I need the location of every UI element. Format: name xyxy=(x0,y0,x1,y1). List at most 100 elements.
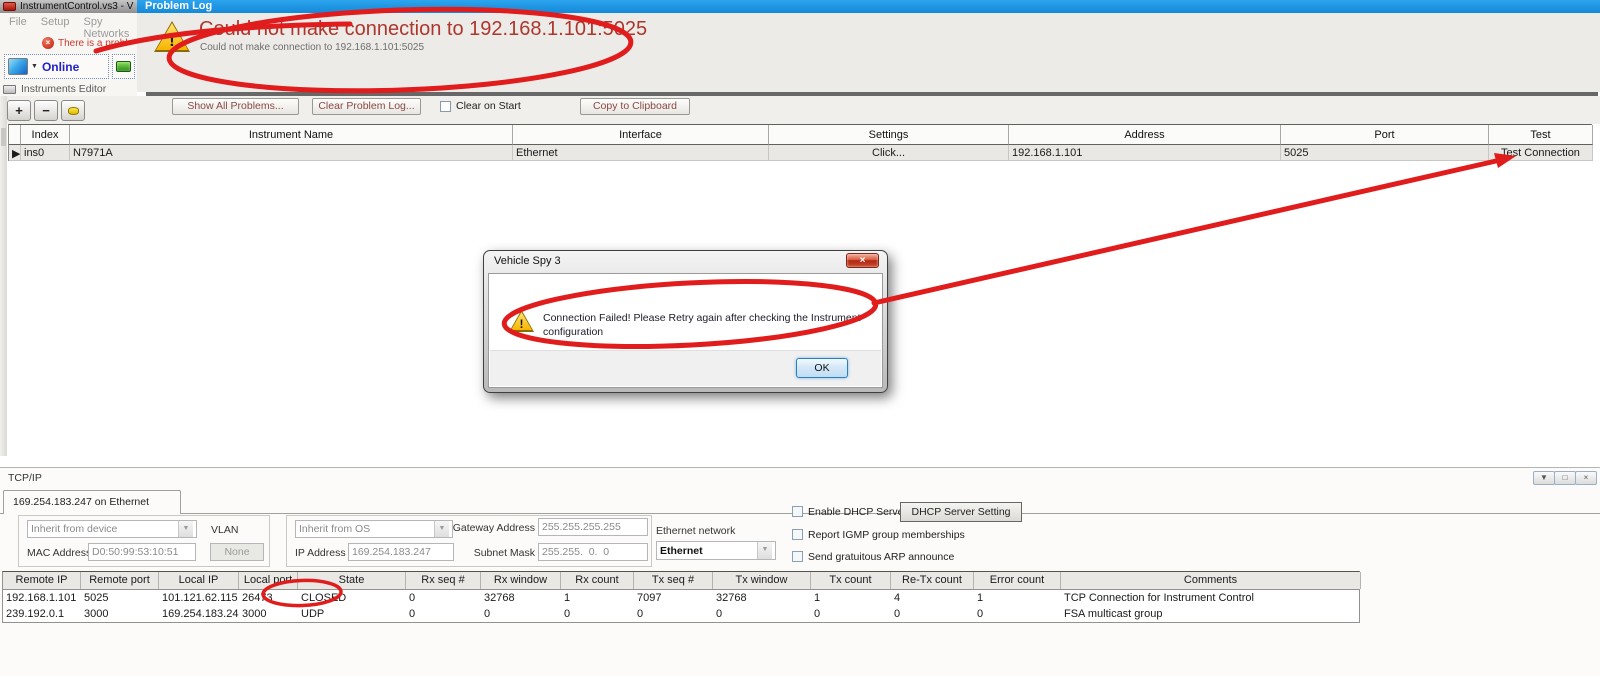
column-header[interactable]: Re-Tx count xyxy=(891,572,974,589)
cell: 7097 xyxy=(634,590,713,606)
cell[interactable]: Test Connection xyxy=(1489,145,1593,161)
chevron-down-icon[interactable]: ▼ xyxy=(31,63,38,70)
column-header[interactable]: Tx count xyxy=(811,572,891,589)
column-header[interactable]: Address xyxy=(1009,125,1281,145)
cell[interactable]: 5025 xyxy=(1281,145,1489,161)
vlan-label: VLAN xyxy=(211,524,238,536)
gateway-address-label: Gateway Address xyxy=(440,522,535,534)
inherit-from-os-dropdown[interactable]: Inherit from OS ▼ xyxy=(295,520,453,538)
cell[interactable]: Click... xyxy=(769,145,1009,161)
column-header[interactable]: Interface xyxy=(513,125,769,145)
dialog-message: Connection Failed! Please Retry again af… xyxy=(543,311,873,339)
column-header[interactable]: Remote port xyxy=(81,572,159,589)
cell[interactable]: N7971A xyxy=(70,145,513,161)
cell: 0 xyxy=(406,606,481,622)
chevron-down-icon[interactable]: ▼ xyxy=(178,521,193,537)
cell: FSA multicast group xyxy=(1061,606,1361,622)
application-window: InstrumentControl.vs3 - V Problem Log Fi… xyxy=(0,0,1600,676)
sidebar: File Setup Spy Networks × There is a pro… xyxy=(0,13,137,96)
clear-problem-log-button[interactable]: Clear Problem Log... xyxy=(312,98,421,115)
subnet-mask-label: Subnet Mask xyxy=(440,547,535,559)
column-header[interactable]: Error count xyxy=(974,572,1061,589)
column-header[interactable]: Rx window xyxy=(481,572,561,589)
database-icon xyxy=(68,107,79,115)
clear-on-start-checkbox[interactable] xyxy=(440,101,451,112)
menu-setup[interactable]: Setup xyxy=(41,16,70,32)
enable-dhcp-label: Enable DHCP Server xyxy=(808,506,907,518)
subnet-mask-field[interactable] xyxy=(538,543,648,561)
column-header[interactable]: Rx count xyxy=(561,572,634,589)
vlan-field[interactable] xyxy=(210,543,264,561)
dhcp-server-setting-button[interactable]: DHCP Server Setting xyxy=(900,502,1022,522)
enable-dhcp-checkbox[interactable] xyxy=(792,506,803,517)
cell: 1 xyxy=(974,590,1061,606)
cell: CLOSED xyxy=(298,590,406,606)
dialog-close-button[interactable]: × xyxy=(846,253,879,268)
gateway-address-field[interactable] xyxy=(538,518,648,536)
go-online-button[interactable] xyxy=(112,54,135,79)
selector-header xyxy=(9,125,21,145)
cell: 0 xyxy=(481,606,561,622)
column-header[interactable]: Test xyxy=(1489,125,1593,145)
problem-indicator[interactable]: × There is a probl xyxy=(42,37,142,49)
panel-close-button[interactable]: × xyxy=(1575,471,1597,485)
column-header[interactable]: Comments xyxy=(1061,572,1361,589)
cell: 5025 xyxy=(81,590,159,606)
panel-dropdown-button[interactable]: ▼ xyxy=(1533,471,1555,485)
menu-file[interactable]: File xyxy=(9,16,27,32)
toolbar: + − Show All Problems... Clear Problem L… xyxy=(0,96,1600,124)
send-arp-label: Send gratuitous ARP announce xyxy=(808,551,954,563)
table-row: 192.168.1.1015025101.121.62.11526473CLOS… xyxy=(3,590,1359,606)
add-instrument-button[interactable]: + xyxy=(7,100,31,121)
warning-icon: ! xyxy=(509,310,534,332)
cell: 239.192.0.1 xyxy=(3,606,81,622)
column-header[interactable]: Instrument Name xyxy=(70,125,513,145)
dialog-footer: OK xyxy=(490,350,881,386)
column-header[interactable]: Remote IP xyxy=(3,572,81,589)
column-header[interactable]: Local IP xyxy=(159,572,239,589)
inherit-from-device-dropdown[interactable]: Inherit from device ▼ xyxy=(27,520,197,538)
cell: TCP Connection for Instrument Control xyxy=(1061,590,1361,606)
cell: 1 xyxy=(561,590,634,606)
app-icon xyxy=(3,2,16,11)
remove-instrument-button[interactable]: − xyxy=(34,100,58,121)
database-button[interactable] xyxy=(61,100,85,121)
ok-button[interactable]: OK xyxy=(796,358,848,378)
online-mode-icon[interactable] xyxy=(8,58,28,75)
table-row: 239.192.0.13000169.254.183.2473000UDP000… xyxy=(3,606,1359,622)
column-header[interactable]: Tx seq # xyxy=(634,572,713,589)
send-arp-checkbox[interactable] xyxy=(792,551,803,562)
cell[interactable]: 192.168.1.101 xyxy=(1009,145,1281,161)
column-header[interactable]: State xyxy=(298,572,406,589)
mac-address-field[interactable] xyxy=(88,543,196,561)
online-mode-selector[interactable]: ▼ Online xyxy=(4,54,109,79)
column-header[interactable]: Rx seq # xyxy=(406,572,481,589)
cell: 192.168.1.101 xyxy=(3,590,81,606)
mac-address-label: MAC Address xyxy=(27,547,91,559)
ethernet-network-dropdown[interactable]: Ethernet ▼ xyxy=(656,541,776,560)
cell[interactable]: Ethernet xyxy=(513,145,769,161)
instruments-editor-item[interactable]: Instruments Editor xyxy=(3,83,106,95)
report-igmp-checkbox[interactable] xyxy=(792,529,803,540)
column-header[interactable]: Port xyxy=(1281,125,1489,145)
show-all-problems-button[interactable]: Show All Problems... xyxy=(172,98,299,115)
column-header[interactable]: Index xyxy=(21,125,70,145)
column-header[interactable]: Tx window xyxy=(713,572,811,589)
cell: 0 xyxy=(713,606,811,622)
ethernet-network-label: Ethernet network xyxy=(656,525,735,537)
cell: 3000 xyxy=(239,606,298,622)
panel-restore-button[interactable]: □ xyxy=(1554,471,1576,485)
dock-gutter-handle[interactable] xyxy=(1,128,6,146)
column-header[interactable]: Settings xyxy=(769,125,1009,145)
chevron-down-icon[interactable]: ▼ xyxy=(757,542,772,559)
cell[interactable]: ins0 xyxy=(21,145,70,161)
problem-detail[interactable]: Could not make connection to 192.168.1.1… xyxy=(200,42,424,53)
connections-table: Remote IPRemote portLocal IPLocal portSt… xyxy=(2,571,1360,623)
ip-address-field[interactable] xyxy=(348,543,454,561)
column-header[interactable]: Local port xyxy=(239,572,298,589)
online-label: Online xyxy=(42,60,79,74)
menu-spy-networks[interactable]: Spy Networks xyxy=(83,16,137,32)
cell: 32768 xyxy=(713,590,811,606)
copy-to-clipboard-button[interactable]: Copy to Clipboard xyxy=(580,98,690,115)
tab-ethernet-adapter[interactable]: 169.254.183.247 on Ethernet xyxy=(3,490,181,514)
